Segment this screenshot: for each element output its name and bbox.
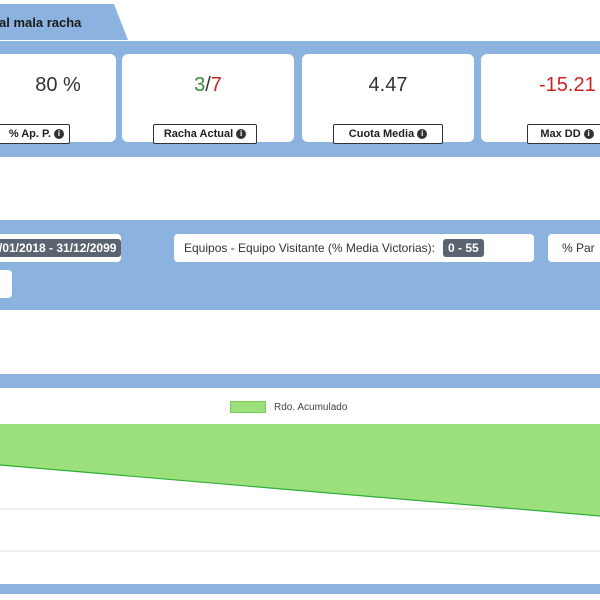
filter-pct-partidos[interactable]: % Par: [548, 234, 600, 262]
filter-date-range[interactable]: /01/2018 - 31/12/2099: [0, 234, 122, 262]
stat-value-racha: 3/7: [122, 74, 294, 97]
stat-button-ap[interactable]: % Ap. P. i: [0, 124, 70, 144]
date-range-tag: /01/2018 - 31/12/2099: [0, 239, 122, 257]
stat-card-ap: 80 % % Ap. P. i: [0, 54, 116, 144]
filter-extra[interactable]: [0, 270, 12, 298]
filter-equipos[interactable]: Equipos - Equipo Visitante (% Media Vict…: [174, 234, 534, 262]
stat-label-maxdd: Max DD: [540, 128, 581, 140]
stat-label-racha: Racha Actual: [163, 128, 234, 140]
stat-card-maxdd: -15.21 Max DD i: [481, 54, 600, 144]
equipos-label: Equipos - Equipo Visitante (% Media Vict…: [184, 241, 436, 255]
area-rdo-acumulado: [0, 424, 600, 516]
chart-container: Rdo. Acumulado: [0, 388, 600, 584]
info-icon: i: [54, 129, 64, 139]
stat-value-cuota: 4.47: [368, 74, 408, 96]
chart-svg: [0, 424, 600, 552]
tab-strip: al mala racha: [0, 0, 600, 42]
racha-good: 3: [194, 74, 206, 96]
stat-value-maxdd: -15.21: [539, 74, 596, 96]
tab-mala-racha[interactable]: al mala racha: [0, 4, 128, 40]
info-icon: i: [236, 129, 247, 139]
equipos-tag: 0 - 55: [443, 239, 484, 257]
stat-button-racha[interactable]: Racha Actual i: [153, 124, 257, 144]
stat-label-ap: % Ap. P.: [8, 128, 51, 140]
info-icon: i: [417, 129, 428, 139]
stat-button-maxdd[interactable]: Max DD i: [527, 124, 600, 144]
info-icon: i: [583, 129, 594, 139]
filters-panel: /01/2018 - 31/12/2099 Equipos - Equipo V…: [0, 220, 600, 310]
tab-label: al mala racha: [0, 14, 82, 30]
stat-card-cuota: 4.47 Cuota Media i: [302, 54, 474, 144]
racha-bad: 7: [210, 74, 222, 96]
stat-label-cuota: Cuota Media: [348, 128, 415, 140]
pct-label: % Par: [562, 241, 595, 255]
stat-card-racha: 3/7 Racha Actual i: [122, 54, 294, 144]
chart-header-band: [0, 374, 600, 388]
stats-panel: 80 % % Ap. P. i 3/7 Racha Actual i 4.47 …: [0, 41, 600, 157]
chart-footer-band: [0, 584, 600, 594]
stat-value-ap: 80 %: [35, 74, 81, 96]
stat-button-cuota[interactable]: Cuota Media i: [333, 124, 443, 144]
